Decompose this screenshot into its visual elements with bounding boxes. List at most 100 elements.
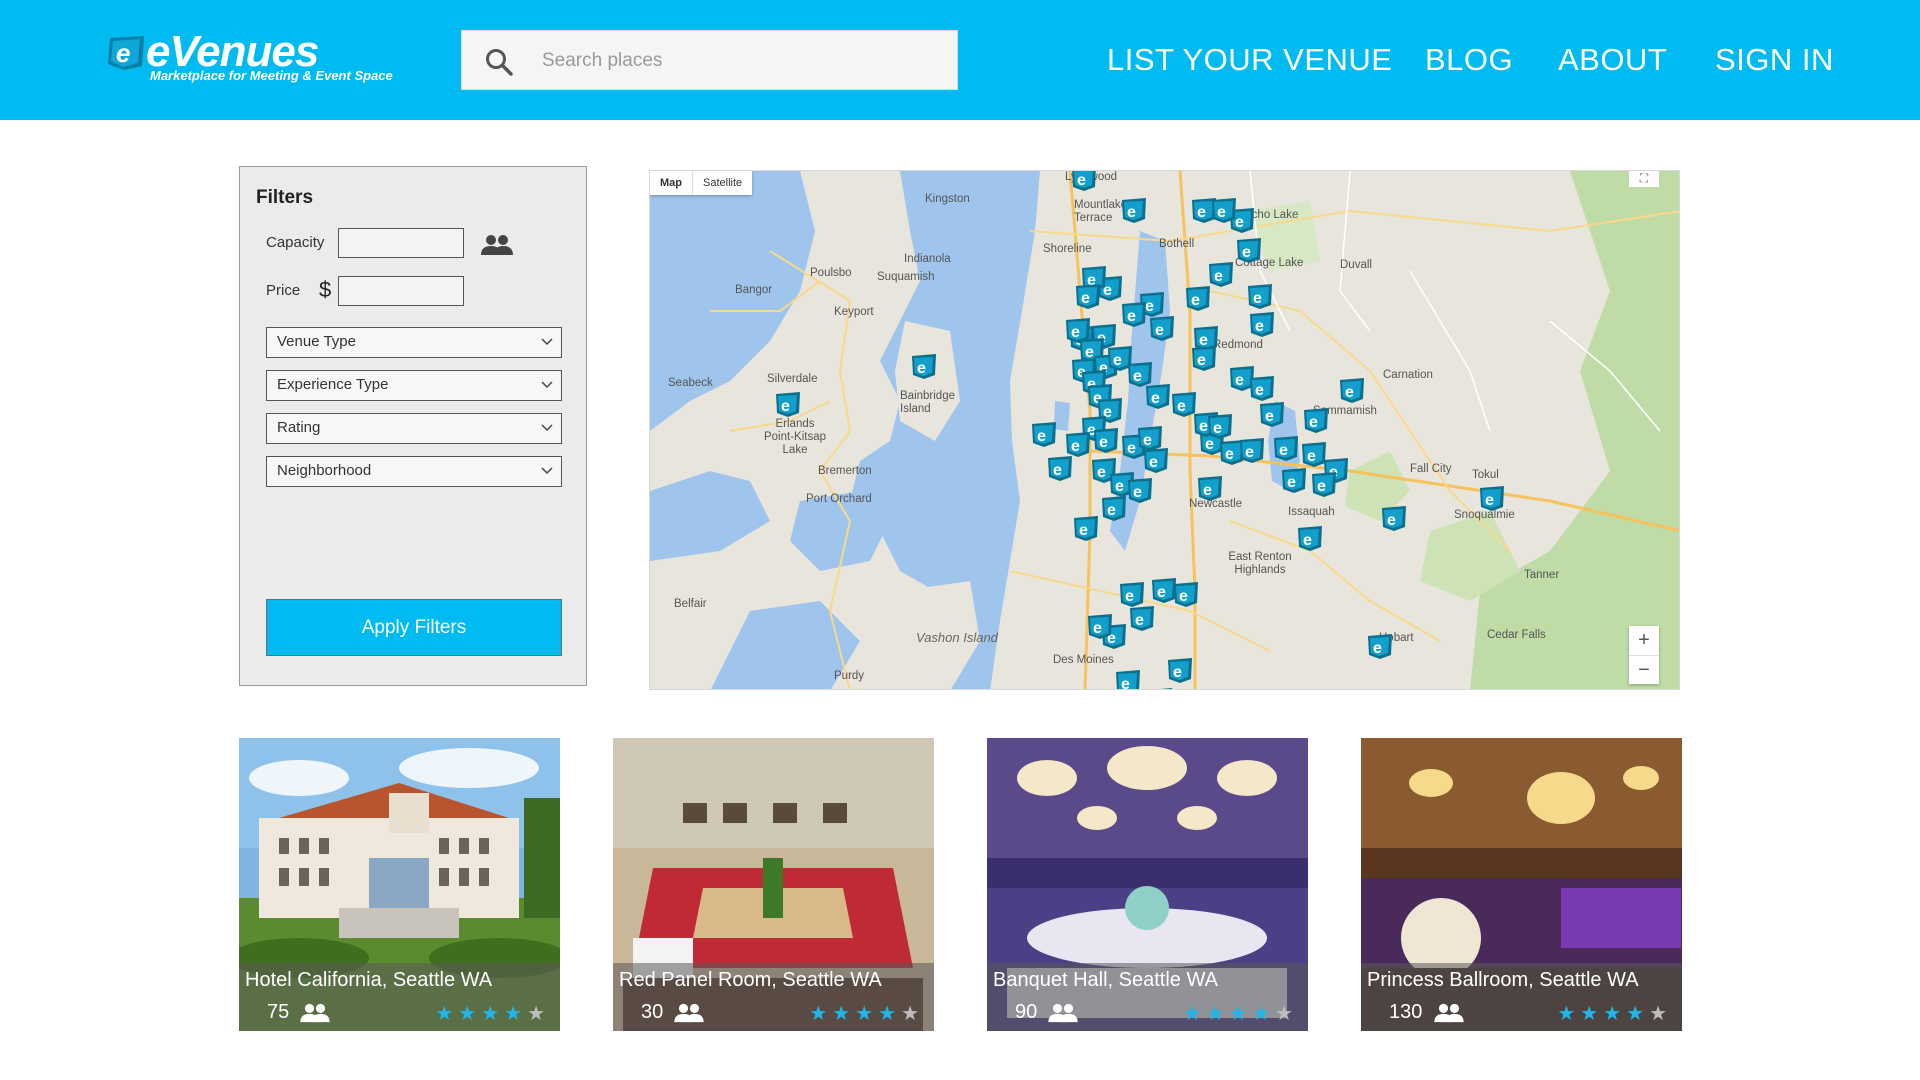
map-type-satellite[interactable]: Satellite <box>692 171 752 195</box>
zoom-in-button[interactable]: + <box>1629 626 1659 656</box>
evenues-pin-icon[interactable]: e <box>1120 197 1148 227</box>
capacity-input[interactable] <box>338 228 464 258</box>
evenues-pin-icon[interactable]: e <box>1046 455 1074 485</box>
evenues-pin-icon[interactable]: e <box>1206 413 1234 443</box>
map-type-map[interactable]: Map <box>650 171 692 195</box>
evenues-pin-icon[interactable]: e <box>1172 581 1200 611</box>
neighborhood-select[interactable]: Neighborhood <box>266 456 562 487</box>
evenues-pin-icon[interactable]: e <box>1246 283 1274 313</box>
people-icon <box>481 235 513 255</box>
svg-text:e: e <box>1133 484 1142 501</box>
evenues-pin-icon[interactable]: e <box>1128 605 1156 635</box>
svg-text:e: e <box>1053 462 1062 479</box>
venue-name: Hotel California, Seattle WA <box>245 969 493 991</box>
svg-text:e: e <box>1157 584 1166 601</box>
evenues-pin-icon[interactable]: e <box>1210 197 1238 227</box>
svg-text:e: e <box>1121 676 1130 690</box>
evenues-pin-icon[interactable]: e <box>1074 283 1102 313</box>
venue-capacity: 130 <box>1389 1001 1423 1023</box>
svg-text:e: e <box>1093 620 1102 637</box>
evenues-pin-icon[interactable]: e <box>1310 471 1338 501</box>
top-header: e eVenues Marketplace for Meeting & Even… <box>0 0 1920 120</box>
nav-list-your-venue[interactable]: LIST YOUR VENUE <box>1107 42 1392 78</box>
zoom-out-button[interactable]: − <box>1629 656 1659 685</box>
venue-type-select[interactable]: Venue Type <box>266 327 562 358</box>
svg-text:e: e <box>1317 478 1326 495</box>
evenues-pin-icon[interactable]: e <box>1302 407 1330 437</box>
star-empty-icon: ★ <box>901 1003 924 1025</box>
svg-text:e: e <box>1133 368 1142 385</box>
evenues-pin-icon[interactable]: e <box>1272 435 1300 465</box>
venue-card[interactable]: Princess Ballroom, Seattle WA 130 ★★★★★ <box>1361 738 1682 1031</box>
place-label: Duvall <box>1340 259 1372 271</box>
svg-text:e: e <box>1279 442 1288 459</box>
evenues-pin-icon[interactable]: e <box>1120 301 1148 331</box>
evenues-pin-icon[interactable]: e <box>1126 477 1154 507</box>
svg-text:e: e <box>1099 434 1108 451</box>
venue-capacity: 90 <box>1015 1001 1038 1023</box>
evenues-pin-icon[interactable]: e <box>1092 427 1120 457</box>
svg-text:e: e <box>1387 512 1396 529</box>
venue-rating-stars: ★★★★★ <box>1557 1001 1672 1026</box>
place-label: Vashon Island <box>916 630 998 645</box>
evenues-pin-icon[interactable]: e <box>1114 669 1142 690</box>
evenues-pin-icon[interactable]: e <box>1086 613 1114 643</box>
star-filled-icon: ★ <box>1603 1003 1627 1025</box>
evenues-pin-icon[interactable]: e <box>1258 401 1286 431</box>
place-label: Suquamish <box>877 271 935 283</box>
experience-type-select[interactable]: Experience Type <box>266 370 562 401</box>
evenues-pin-icon[interactable]: e <box>910 353 938 383</box>
venue-card[interactable]: Banquet Hall, Seattle WA 90 ★★★★★ <box>987 738 1308 1031</box>
svg-text:e: e <box>917 360 926 377</box>
nav-about[interactable]: ABOUT <box>1558 42 1667 78</box>
evenues-pin-icon[interactable]: e <box>1280 467 1308 497</box>
nav-sign-in[interactable]: SIGN IN <box>1715 42 1834 78</box>
evenues-pin-icon[interactable]: e <box>1296 525 1324 555</box>
evenues-pin-icon[interactable]: e <box>1072 515 1100 545</box>
venue-name: Banquet Hall, Seattle WA <box>993 969 1218 991</box>
evenues-pin-icon[interactable]: e <box>1166 657 1194 687</box>
svg-text:e: e <box>1191 292 1200 309</box>
venue-map[interactable]: MapSatellite ⛶ Lynnwood Mountlake Terrac… <box>649 170 1680 690</box>
fullscreen-icon[interactable]: ⛶ <box>1629 171 1659 187</box>
svg-text:e: e <box>1177 398 1186 415</box>
evenues-pin-icon[interactable]: e <box>1248 311 1276 341</box>
evenues-pin-icon[interactable]: e <box>1142 447 1170 477</box>
rating-select[interactable]: Rating <box>266 413 562 444</box>
svg-text:e: e <box>1303 532 1312 549</box>
evenues-logo[interactable]: e eVenues Marketplace for Meeting & Even… <box>100 26 400 90</box>
search-input[interactable] <box>540 31 944 91</box>
evenues-pin-icon[interactable]: e <box>1366 633 1394 663</box>
svg-text:e: e <box>1213 420 1222 437</box>
price-input[interactable] <box>338 276 464 306</box>
search-icon[interactable] <box>484 47 514 77</box>
evenues-pin-icon[interactable]: e <box>1196 475 1224 505</box>
evenues-pin-icon[interactable]: e <box>774 391 802 421</box>
svg-text:e: e <box>1485 492 1494 509</box>
evenues-pin-icon[interactable]: e <box>1235 237 1263 267</box>
star-filled-icon: ★ <box>481 1003 505 1025</box>
evenues-pin-icon[interactable]: e <box>1478 485 1506 515</box>
venue-card[interactable]: Red Panel Room, Seattle WA 30 ★★★★★ <box>613 738 934 1031</box>
evenues-pin-icon[interactable]: e <box>1184 285 1212 315</box>
venue-type-select-label: Venue Type <box>277 333 356 350</box>
price-label: Price <box>266 282 301 299</box>
star-filled-icon: ★ <box>1183 1003 1207 1025</box>
evenues-pin-icon[interactable]: e <box>1238 437 1266 467</box>
venue-card[interactable]: Hotel California, Seattle WA 75 ★★★★★ <box>239 738 560 1031</box>
evenues-pin-icon[interactable]: e <box>1148 315 1176 345</box>
evenues-pin-icon[interactable]: e <box>1338 377 1366 407</box>
nav-blog[interactable]: BLOG <box>1425 42 1513 78</box>
search-box <box>461 30 958 91</box>
svg-text:e: e <box>1345 384 1354 401</box>
evenues-pin-icon[interactable]: e <box>1380 505 1408 535</box>
place-label: Kingston <box>925 193 970 205</box>
evenues-pin-icon[interactable]: e <box>1070 171 1098 195</box>
evenues-pin-icon[interactable]: e <box>1030 421 1058 451</box>
evenues-pin-icon[interactable]: e <box>1146 687 1174 689</box>
svg-text:e: e <box>1149 454 1158 471</box>
evenues-pin-icon[interactable]: e <box>1144 383 1172 413</box>
evenues-pin-icon[interactable]: e <box>1190 345 1218 375</box>
apply-filters-button[interactable]: Apply Filters <box>266 599 562 656</box>
svg-text:e: e <box>1203 482 1212 499</box>
